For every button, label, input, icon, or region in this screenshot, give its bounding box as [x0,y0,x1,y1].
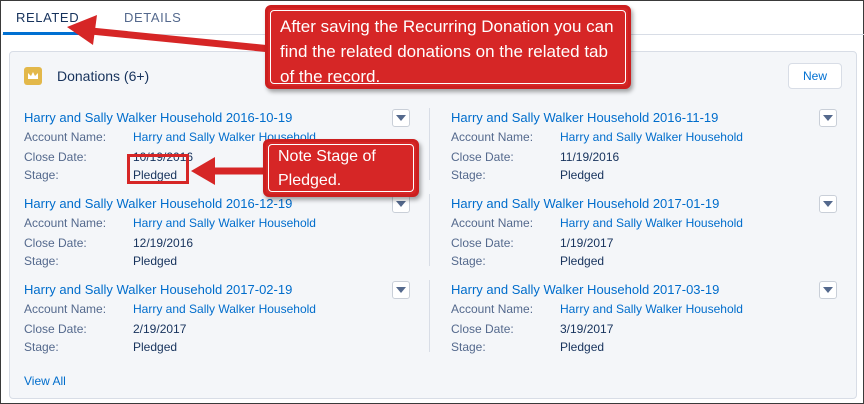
arrow-to-related-tab [67,15,272,53]
callout-stage-note: Note Stage of Pledged. [263,139,419,197]
arrow-to-stage [191,157,266,185]
callout-text: After saving the Recurring Donation you … [280,17,614,86]
callout-text: Note Stage of Pledged. [278,148,376,189]
screenshot-frame: RELATED DETAILS Donations (6+) New Harry… [0,0,864,404]
callout-related-tab-note: After saving the Recurring Donation you … [265,5,631,89]
